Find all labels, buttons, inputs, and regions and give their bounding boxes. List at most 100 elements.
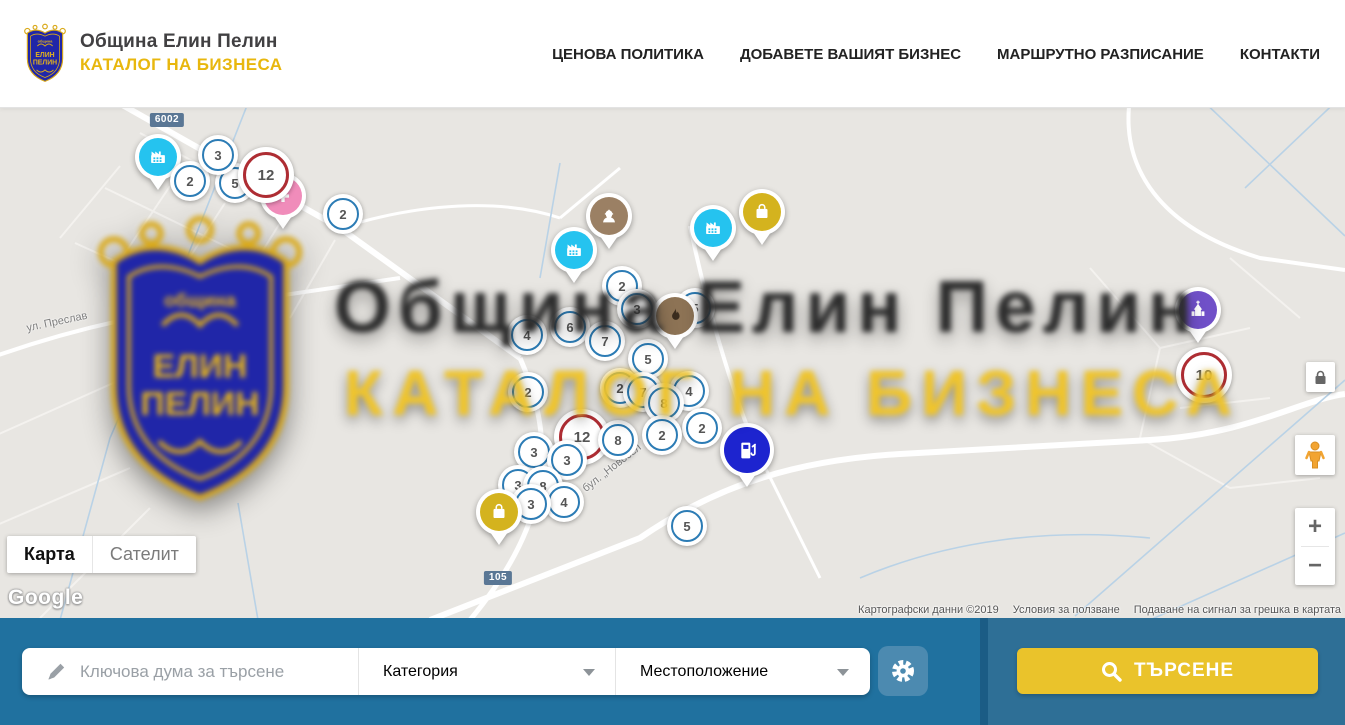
advanced-settings-button[interactable] bbox=[878, 646, 928, 696]
svg-text:ПЕЛИН: ПЕЛИН bbox=[33, 60, 57, 67]
map-type-map-button[interactable]: Карта bbox=[7, 536, 92, 573]
cluster-count: 3 bbox=[633, 302, 640, 317]
cluster-marker-2[interactable]: 2 bbox=[642, 415, 682, 455]
cluster-count: 6 bbox=[566, 320, 573, 335]
cluster-marker-6[interactable]: 6 bbox=[550, 307, 590, 347]
cluster-count: 8 bbox=[614, 433, 621, 448]
gear-icon bbox=[890, 658, 916, 684]
search-bar: Категория Местоположение ТЪРСЕНЕ bbox=[0, 618, 1345, 725]
cluster-count: 8 bbox=[660, 396, 667, 411]
cluster-marker-2[interactable]: 2 bbox=[682, 408, 722, 448]
pin-disc bbox=[1175, 287, 1221, 333]
fuel-icon bbox=[724, 427, 770, 473]
zoom-out-button[interactable]: − bbox=[1295, 547, 1335, 585]
cluster-marker-2[interactable]: 2 bbox=[323, 194, 363, 234]
cluster-count: 3 bbox=[214, 148, 221, 163]
nav-item-route-schedule[interactable]: МАРШРУТНО РАЗПИСАНИЕ bbox=[997, 46, 1204, 63]
flame-icon bbox=[656, 297, 694, 335]
bag-pin-marker[interactable] bbox=[739, 189, 785, 235]
attribution-link[interactable]: Подаване на сигнал за грешка в картата bbox=[1134, 604, 1341, 616]
cluster-marker-10[interactable]: 10 bbox=[1176, 347, 1232, 403]
pin-disc bbox=[551, 227, 597, 273]
cluster-count: 3 bbox=[563, 453, 570, 468]
search-button-label: ТЪРСЕНЕ bbox=[1134, 660, 1234, 682]
cluster-count: 7 bbox=[601, 334, 608, 349]
road-number-chip: 6002 bbox=[150, 113, 184, 127]
pencil-icon bbox=[46, 662, 66, 682]
pin-disc bbox=[739, 189, 785, 235]
chevron-down-icon bbox=[583, 669, 595, 676]
cluster-marker-8[interactable]: 8 bbox=[598, 420, 638, 460]
google-map[interactable]: 6002105ул. Преславбул. „Новосел253122253… bbox=[0, 108, 1345, 618]
location-dropdown-label: Местоположение bbox=[640, 663, 768, 681]
factory-icon bbox=[555, 231, 593, 269]
factory-pin-marker[interactable] bbox=[551, 227, 597, 273]
cluster-marker-3[interactable]: 3 bbox=[198, 135, 238, 175]
cluster-marker-2[interactable]: 2 bbox=[508, 372, 548, 412]
keyword-search-input[interactable] bbox=[80, 662, 330, 682]
map-attribution: Картографски данни ©2019 Условия за ползв… bbox=[858, 604, 1341, 616]
map-type-satellite-button[interactable]: Сателит bbox=[92, 536, 196, 573]
zoom-in-button[interactable]: + bbox=[1295, 508, 1335, 546]
pin-disc bbox=[690, 205, 736, 251]
site-title: Община Елин Пелин bbox=[80, 31, 282, 53]
brand[interactable]: община ЕЛИН ПЕЛИН Община Елин Пелин КАТА… bbox=[22, 22, 282, 84]
zoom-control: + − bbox=[1295, 508, 1335, 585]
road-number-chip: 105 bbox=[484, 571, 512, 585]
cluster-count: 3 bbox=[527, 497, 534, 512]
factory-pin-marker[interactable] bbox=[690, 205, 736, 251]
category-dropdown[interactable]: Категория bbox=[358, 648, 615, 695]
search-icon bbox=[1101, 661, 1122, 682]
lock-icon[interactable] bbox=[1306, 362, 1335, 392]
cluster-count: 2 bbox=[339, 207, 346, 222]
search-bar-divider bbox=[980, 618, 988, 725]
cluster-count: 2 bbox=[698, 421, 705, 436]
svg-text:ЕЛИН: ЕЛИН bbox=[35, 52, 54, 59]
cluster-count: 4 bbox=[523, 328, 530, 343]
cluster-count: 2 bbox=[658, 428, 665, 443]
search-button[interactable]: ТЪРСЕНЕ bbox=[1017, 648, 1318, 694]
cluster-count: 10 bbox=[1196, 367, 1213, 384]
cluster-count: 4 bbox=[560, 495, 567, 510]
chevron-down-icon bbox=[837, 669, 849, 676]
attribution-link[interactable]: Условия за ползване bbox=[1013, 604, 1120, 616]
header: община ЕЛИН ПЕЛИН Община Елин Пелин КАТА… bbox=[0, 0, 1345, 108]
cluster-count: 2 bbox=[618, 279, 625, 294]
cluster-marker-5[interactable]: 5 bbox=[667, 506, 707, 546]
pin-disc bbox=[476, 489, 522, 535]
cluster-count: 5 bbox=[683, 519, 690, 534]
street-view-pegman-icon[interactable] bbox=[1295, 435, 1335, 475]
cluster-count: 4 bbox=[685, 384, 692, 399]
attribution-copyright: Картографски данни ©2019 bbox=[858, 604, 999, 616]
site-subtitle: КАТАЛОГ НА БИЗНЕСА bbox=[80, 55, 282, 75]
bag-icon bbox=[743, 193, 781, 231]
flame-pin-marker[interactable] bbox=[652, 293, 698, 339]
pin-disc bbox=[652, 293, 698, 339]
brand-text: Община Елин Пелин КАТАЛОГ НА БИЗНЕСА bbox=[80, 31, 282, 75]
cluster-count: 2 bbox=[186, 174, 193, 189]
svg-text:община: община bbox=[38, 39, 54, 43]
cluster-marker-7[interactable]: 7 bbox=[585, 321, 625, 361]
fuel-pin-marker[interactable] bbox=[720, 423, 774, 477]
cluster-count: 3 bbox=[530, 445, 537, 460]
keyword-segment bbox=[22, 648, 358, 695]
factory-icon bbox=[139, 138, 177, 176]
cluster-marker-12[interactable]: 12 bbox=[238, 147, 294, 203]
factory-icon bbox=[694, 209, 732, 247]
nav-item-contacts[interactable]: КОНТАКТИ bbox=[1240, 46, 1320, 63]
church-pin-marker[interactable] bbox=[1175, 287, 1221, 333]
church-icon bbox=[1179, 291, 1217, 329]
cluster-marker-3[interactable]: 3 bbox=[617, 289, 657, 329]
location-dropdown[interactable]: Местоположение bbox=[615, 648, 869, 695]
map-type-control: Карта Сателит bbox=[7, 536, 196, 573]
pin-disc bbox=[720, 423, 774, 477]
google-logo[interactable]: Google bbox=[8, 586, 83, 610]
nav-item-add-business[interactable]: ДОБАВЕТЕ ВАШИЯТ БИЗНЕС bbox=[740, 46, 961, 63]
bag-pin-marker[interactable] bbox=[476, 489, 522, 535]
search-group: Категория Местоположение bbox=[22, 648, 870, 695]
bag-icon bbox=[480, 493, 518, 531]
nav-item-pricing[interactable]: ЦЕНОВА ПОЛИТИКА bbox=[552, 46, 704, 63]
municipality-crest-logo: община ЕЛИН ПЕЛИН bbox=[22, 22, 68, 84]
category-dropdown-label: Категория bbox=[383, 663, 458, 681]
cluster-marker-4[interactable]: 4 bbox=[507, 315, 547, 355]
